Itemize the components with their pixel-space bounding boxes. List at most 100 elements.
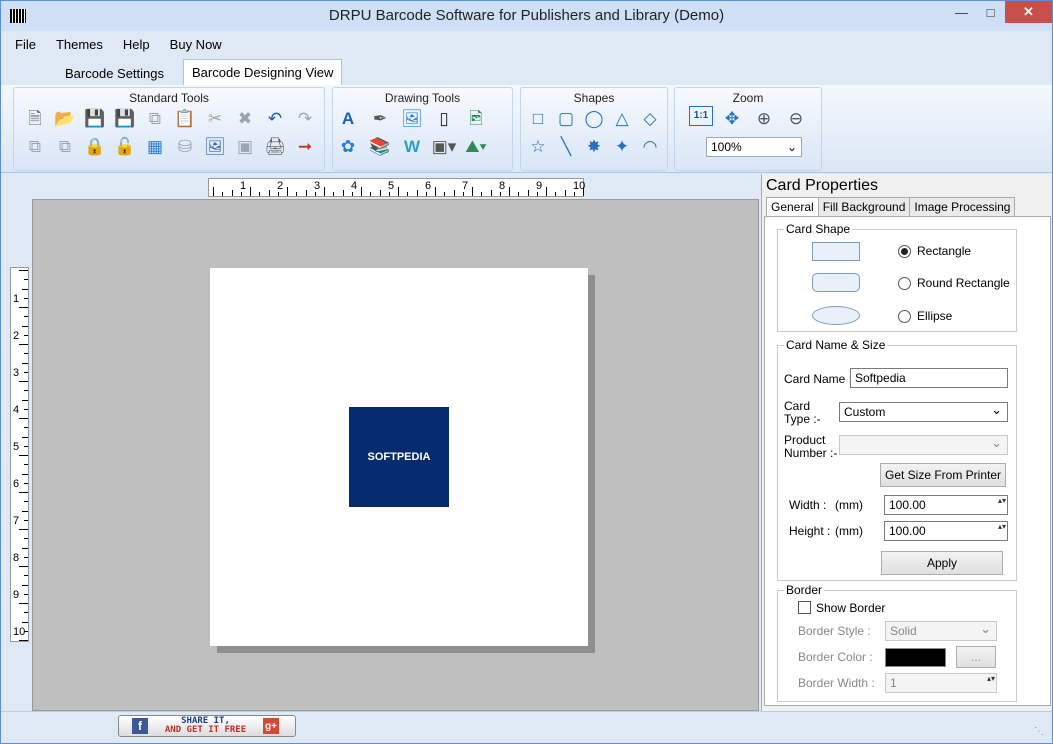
paste-icon[interactable]: 📋: [172, 106, 198, 130]
ruler-tick: [573, 192, 575, 196]
image-library-icon[interactable]: 🖻: [463, 106, 489, 130]
height-input[interactable]: 100.00: [884, 521, 1008, 541]
menu-buy-now[interactable]: Buy Now: [170, 37, 222, 52]
share-it-banner[interactable]: f SHARE IT, AND GET IT FREE g+: [118, 715, 296, 737]
bring-front-icon[interactable]: ⧉: [22, 134, 48, 158]
tab-barcode-settings[interactable]: Barcode Settings: [57, 61, 172, 85]
height-unit-label: (mm): [835, 524, 863, 538]
zoom-in-icon[interactable]: ⊕: [751, 106, 777, 130]
zoom-out-icon[interactable]: ⊖: [783, 106, 809, 130]
pen-tool-icon[interactable]: ✒: [367, 106, 393, 130]
grid-icon[interactable]: ▦: [142, 134, 168, 158]
ellipse-shape-icon[interactable]: ◯: [581, 106, 607, 130]
ruler-tick: [24, 334, 28, 336]
star-shape-icon[interactable]: ☆: [525, 134, 551, 158]
border-group: Border Show Border Border Style : Solid …: [777, 583, 1017, 702]
ruler-label: 7: [462, 180, 469, 192]
arc-shape-icon[interactable]: ◠: [637, 134, 663, 158]
google-plus-icon[interactable]: g+: [263, 718, 279, 734]
ellipse-radio[interactable]: Ellipse: [898, 309, 952, 323]
redo-icon[interactable]: ↷: [292, 106, 318, 130]
delete-icon[interactable]: ✖: [232, 106, 258, 130]
text-tool-icon[interactable]: A: [335, 106, 361, 130]
new-file-icon[interactable]: 🗎: [22, 106, 48, 130]
word-art-icon[interactable]: W: [399, 134, 425, 158]
menu-themes[interactable]: Themes: [56, 37, 103, 52]
actual-size-icon[interactable]: 1:1: [689, 106, 713, 126]
four-point-star-icon[interactable]: ✦: [609, 134, 635, 158]
card-name-input[interactable]: Softpedia: [850, 368, 1008, 388]
send-back-icon[interactable]: ⧉: [52, 134, 78, 158]
rectangle-shape-icon[interactable]: □: [525, 106, 551, 130]
ruler-tick: [19, 418, 28, 419]
burst-shape-icon[interactable]: ✸: [581, 134, 607, 158]
tab-general[interactable]: General: [766, 197, 819, 217]
width-input[interactable]: 100.00: [884, 495, 1008, 515]
border-width-input[interactable]: 1: [885, 673, 997, 693]
zoom-level-select[interactable]: 100% ⌄: [706, 137, 802, 157]
product-number-select[interactable]: [839, 435, 1008, 455]
group-title: Drawing Tools: [384, 91, 461, 105]
round-rectangle-label: Round Rectangle: [917, 276, 1010, 290]
menu-file[interactable]: File: [15, 37, 36, 52]
barcode-tool-icon[interactable]: ▯: [431, 106, 457, 130]
design-canvas[interactable]: SOFTPEDIA: [32, 199, 759, 711]
card-type-select[interactable]: Custom: [839, 402, 1008, 422]
ruler-tick: [462, 192, 464, 196]
ruler-tick: [24, 371, 28, 373]
fit-icon[interactable]: ▣: [232, 134, 258, 158]
unlock-icon[interactable]: 🔓: [112, 134, 138, 158]
lock-icon[interactable]: 🔒: [82, 134, 108, 158]
ruler-tick: [19, 344, 28, 345]
ruler-tick: [24, 482, 28, 484]
picture-tool-icon[interactable]: 🖼: [399, 106, 425, 130]
books-icon[interactable]: 📚: [367, 134, 393, 158]
ruler-tick: [24, 279, 28, 281]
frame-dropdown-icon[interactable]: ▣▾: [431, 134, 457, 158]
apply-button[interactable]: Apply: [881, 551, 1003, 575]
panel-title: Card Properties: [766, 177, 879, 194]
undo-icon[interactable]: ↶: [262, 106, 288, 130]
tab-fill-background[interactable]: Fill Background: [817, 197, 911, 217]
line-shape-icon[interactable]: ╲: [553, 134, 579, 158]
radio-circle[interactable]: [898, 276, 911, 290]
save-as-icon[interactable]: 💾: [112, 106, 138, 130]
image-settings-icon[interactable]: 🖼: [202, 134, 228, 158]
cut-icon[interactable]: ✂: [202, 106, 228, 130]
database-icon[interactable]: ⛁: [172, 134, 198, 158]
open-folder-icon[interactable]: 📂: [52, 106, 78, 130]
border-color-picker-button[interactable]: ...: [956, 646, 996, 668]
maximize-button[interactable]: □: [976, 1, 1005, 23]
show-border-checkbox[interactable]: [798, 601, 811, 614]
facebook-icon[interactable]: f: [132, 718, 148, 734]
print-icon[interactable]: 🖨: [262, 134, 288, 158]
menu-help[interactable]: Help: [123, 37, 150, 52]
save-icon[interactable]: 💾: [82, 106, 108, 130]
close-button[interactable]: ✕: [1005, 1, 1052, 23]
exit-icon[interactable]: ➞: [292, 134, 318, 158]
puzzle-icon[interactable]: ✿: [335, 134, 361, 158]
minimize-button[interactable]: —: [947, 1, 976, 23]
softpedia-logo-image[interactable]: SOFTPEDIA: [349, 407, 449, 507]
ruler-tick: [24, 519, 28, 521]
width-unit-label: (mm): [835, 498, 863, 512]
copy-icon[interactable]: ⧉: [142, 106, 168, 130]
ruler-tick: [351, 192, 353, 196]
rounded-rectangle-shape-icon[interactable]: ▢: [553, 106, 579, 130]
border-color-swatch[interactable]: [885, 648, 946, 667]
radio-circle[interactable]: [898, 309, 911, 323]
resize-grip-icon[interactable]: ⋱: [1034, 726, 1044, 737]
triangle-shape-icon[interactable]: △: [609, 106, 635, 130]
round-rectangle-radio[interactable]: Round Rectangle: [898, 276, 1010, 290]
border-style-select[interactable]: Solid: [885, 621, 997, 641]
rectangle-radio[interactable]: Rectangle: [898, 244, 971, 258]
tab-image-processing[interactable]: Image Processing: [909, 197, 1016, 217]
fit-to-window-icon[interactable]: ✥: [719, 106, 745, 130]
diamond-shape-icon[interactable]: ◇: [637, 106, 663, 130]
tab-barcode-designing-view[interactable]: Barcode Designing View: [183, 59, 343, 85]
card-surface[interactable]: SOFTPEDIA: [210, 268, 588, 646]
radio-circle[interactable]: [898, 244, 911, 258]
ruler-tick: [259, 192, 261, 196]
picture-dropdown-icon[interactable]: ⛰▾: [463, 134, 489, 158]
get-size-from-printer-button[interactable]: Get Size From Printer: [880, 463, 1006, 487]
